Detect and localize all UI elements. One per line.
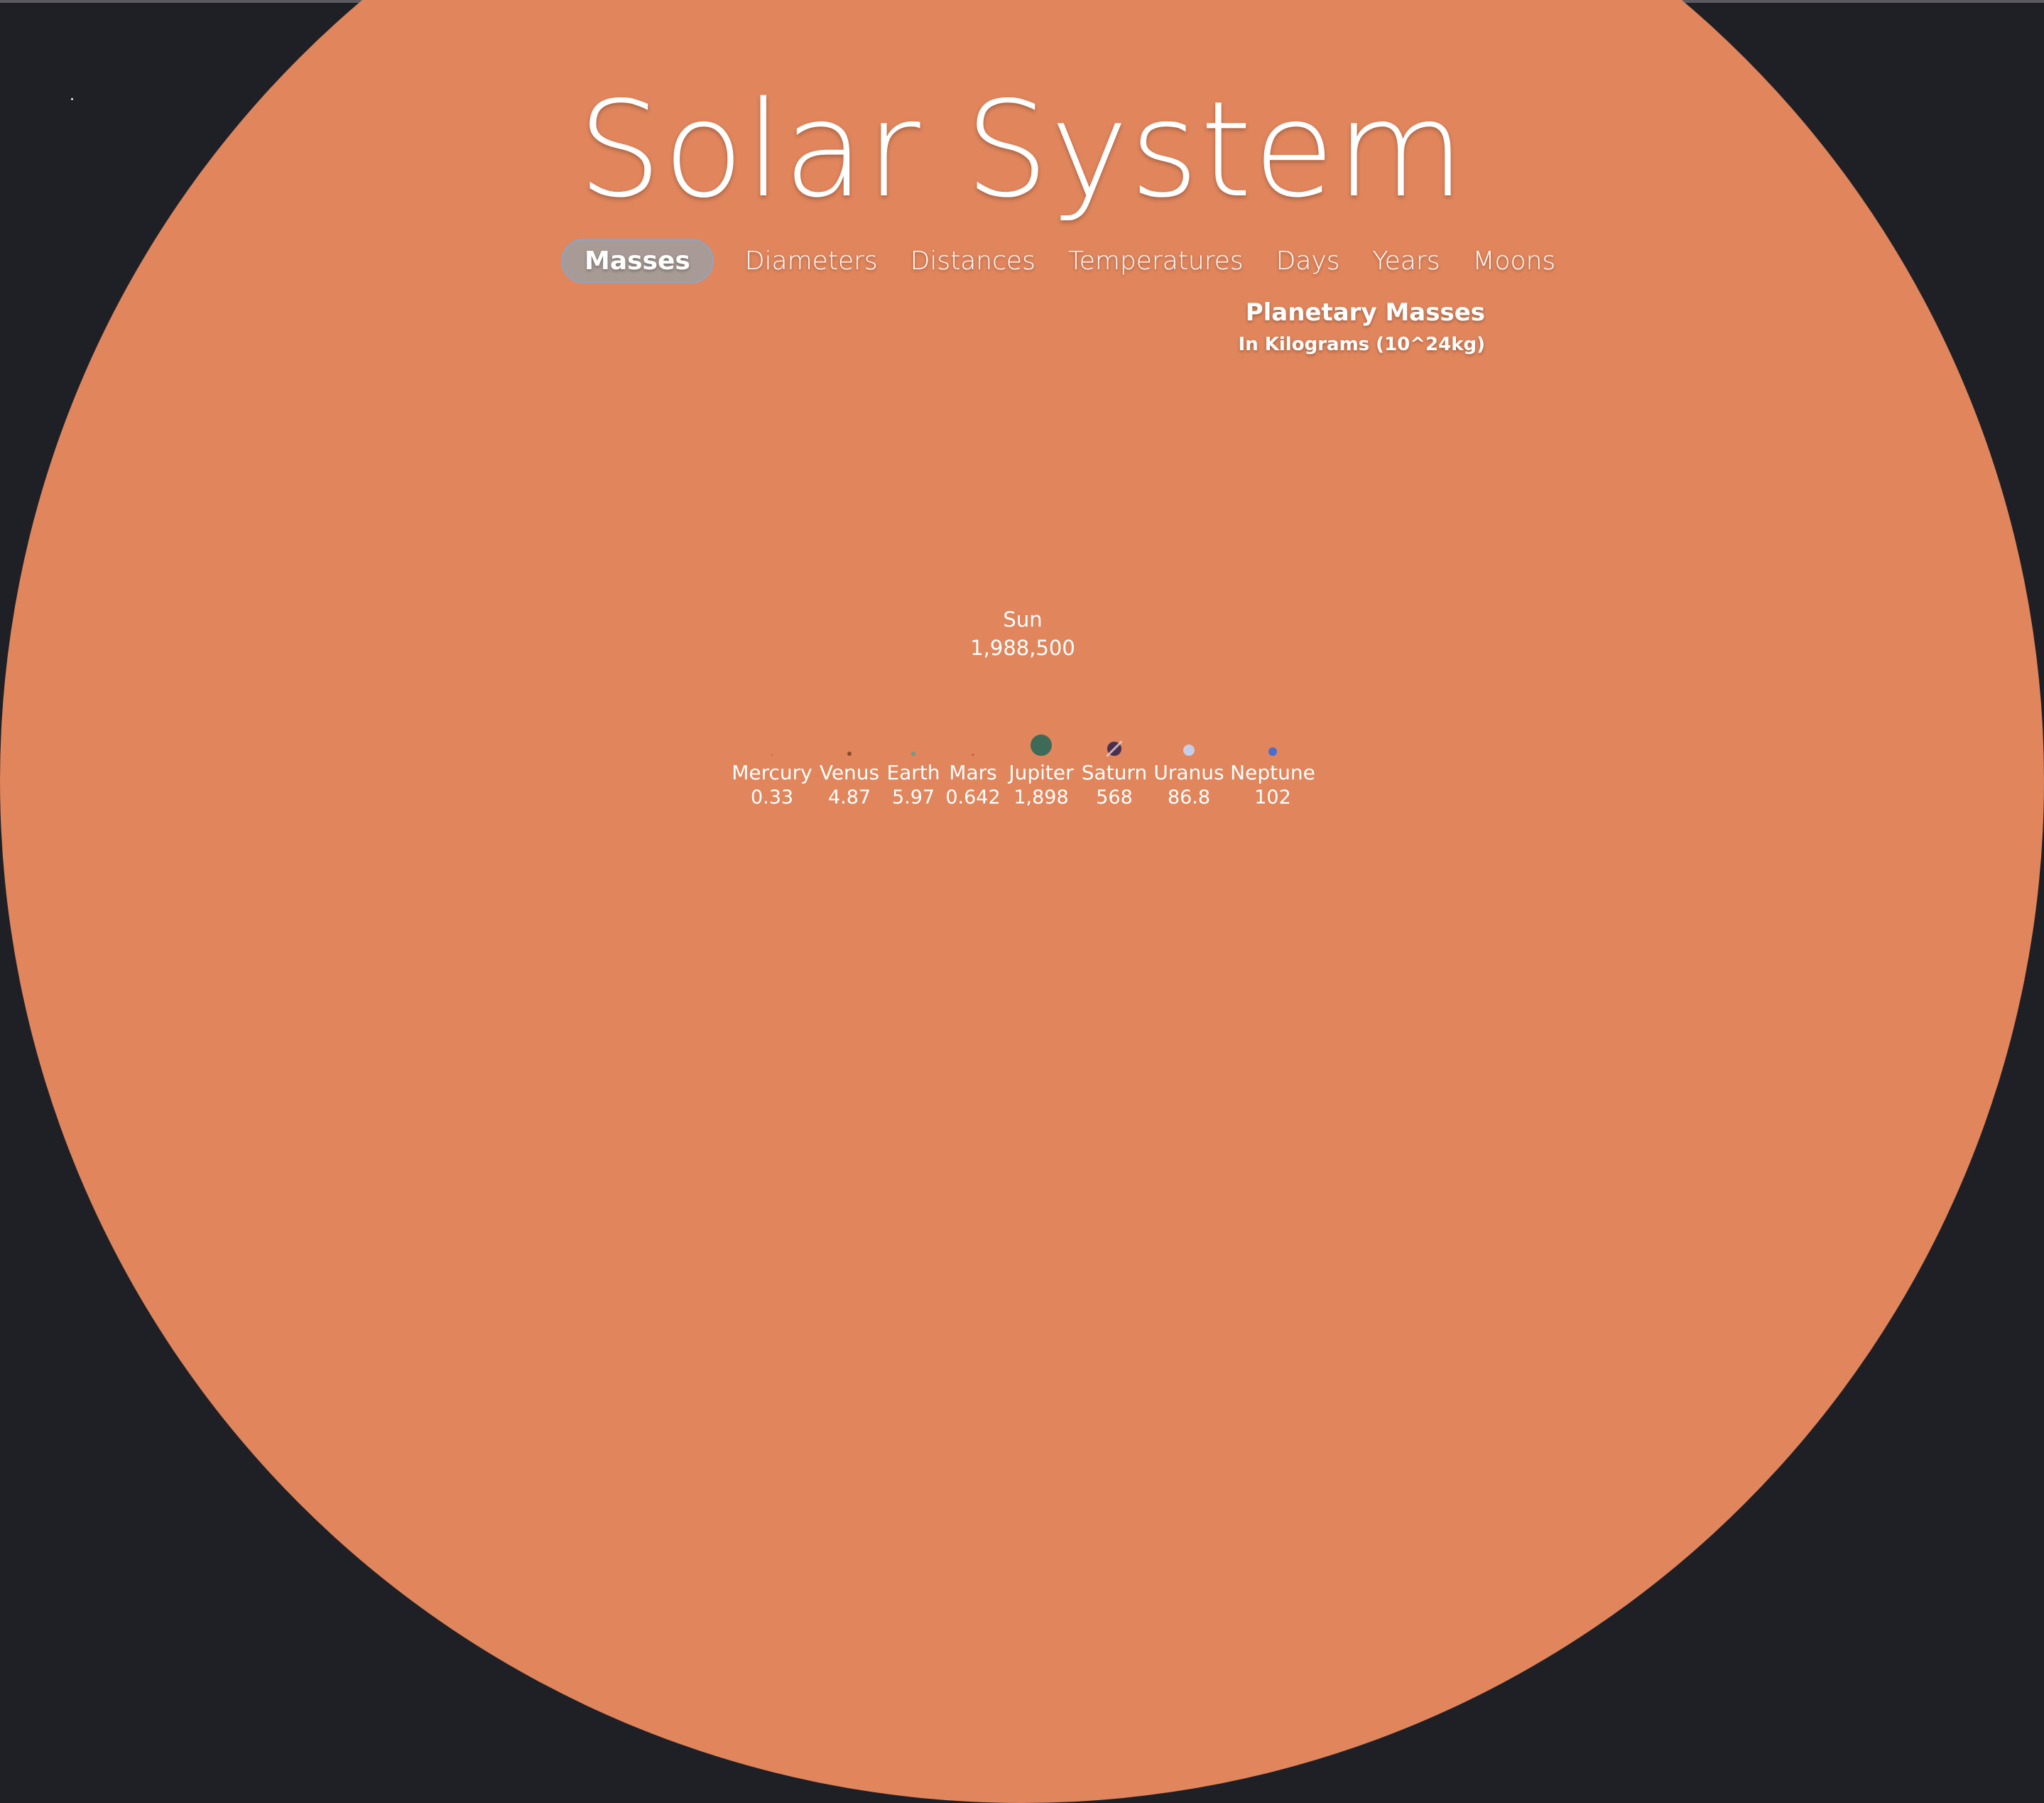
sun-value: 1,988,500 [970, 636, 1075, 660]
tab-temperatures[interactable]: Temperatures [1053, 239, 1259, 283]
saturn-ring-icon [1106, 740, 1123, 757]
tab-years[interactable]: Years [1357, 239, 1455, 283]
sun-name: Sun [1003, 607, 1043, 632]
tab-days[interactable]: Days [1261, 239, 1356, 283]
venus-icon [847, 752, 852, 756]
tab-diameters[interactable]: Diameters [729, 239, 893, 283]
neptune-icon [1268, 747, 1277, 756]
earth-icon [911, 752, 915, 756]
metric-unit: In Kilograms (10^24kg) [1238, 334, 1485, 355]
metric-heading: Planetary Masses [1245, 298, 1485, 327]
planet-value: 102 [1254, 786, 1291, 808]
planet-name: Neptune [1230, 761, 1315, 784]
uranus-icon [1183, 745, 1195, 756]
saturn-icon [1106, 740, 1123, 757]
sun-label: Sun 1,988,500 [952, 605, 1094, 662]
page-title: Solar System [577, 72, 1467, 227]
tab-masses[interactable]: Masses [561, 239, 714, 283]
jupiter-icon [1031, 735, 1052, 756]
metric-tabs: Masses Diameters Distances Temperatures … [561, 239, 1572, 283]
metric-description: Planetary Masses In Kilograms (10^24kg) [1239, 298, 1485, 355]
tab-moons[interactable]: Moons [1457, 239, 1571, 283]
mars-icon [972, 754, 974, 756]
tab-distances[interactable]: Distances [895, 239, 1051, 283]
planet-neptune[interactable]: Neptune 102 [1223, 732, 1322, 810]
mercury-icon [771, 754, 773, 756]
